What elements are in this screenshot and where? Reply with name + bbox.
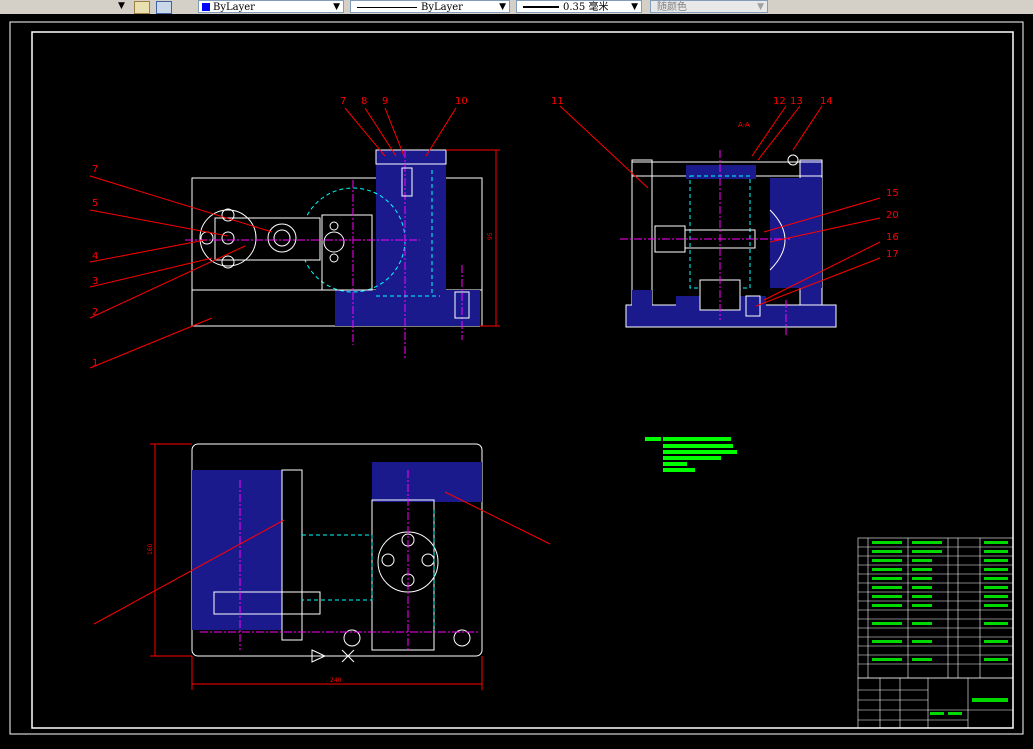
- linetype-combo-value: ByLayer: [421, 2, 463, 13]
- balloon-8: 8: [361, 96, 367, 107]
- sheet-outer-border: [9, 21, 1024, 735]
- balloon-3: 3: [92, 276, 98, 287]
- dim-front-height: 95: [487, 232, 494, 240]
- balloon-10: 10: [455, 96, 468, 107]
- color-control-combo[interactable]: ByLayer ▼: [198, 0, 344, 13]
- chevron-down-icon[interactable]: ▼: [631, 1, 638, 14]
- sheet-inner-border: [31, 31, 1014, 729]
- balloon-5: 5: [92, 198, 98, 209]
- drawing-canvas[interactable]: 95 7 5 4 3 2 1 7 8 9 10 A-A 11 12 13 14 …: [0, 14, 1033, 745]
- balloon-17: 17: [886, 249, 899, 260]
- front-view: 95: [185, 149, 500, 360]
- balloon-9: 9: [382, 96, 388, 107]
- balloon-15: 15: [886, 188, 899, 199]
- lineweight-preview: [523, 6, 559, 8]
- dim-plan-height: 160: [147, 543, 154, 555]
- properties-toolbar: ▼ ByLayer ▼ ByLayer ▼ 0.35 毫米 ▼ 随颜色 ▼: [0, 0, 1033, 15]
- title-block-text: [930, 698, 1008, 715]
- lineweight-combo-value: 0.35 毫米: [563, 2, 609, 13]
- balloon-12: 12: [773, 96, 786, 107]
- linetype-preview: [357, 7, 417, 8]
- balloon-20: 20: [886, 210, 899, 221]
- balloon-13: 13: [790, 96, 803, 107]
- plotstyle-combo-value: 随颜色: [657, 2, 687, 13]
- balloon-7: 7: [340, 96, 346, 107]
- chevron-down-icon: ▼: [757, 2, 764, 12]
- chevron-down-icon[interactable]: ▼: [333, 1, 340, 14]
- section-view-a-a: A-A: [620, 121, 837, 335]
- balloon-4: 4: [92, 251, 98, 262]
- layer-stack-icon[interactable]: [134, 1, 150, 14]
- color-combo-value: ByLayer: [213, 2, 255, 13]
- plotstyle-control-combo: 随颜色 ▼: [650, 0, 768, 13]
- plan-view: 160 240: [93, 443, 551, 690]
- balloon-1: 1: [92, 358, 98, 369]
- balloon-14: 14: [820, 96, 833, 107]
- title-block: [857, 677, 1014, 729]
- balloon-6: 7: [92, 164, 98, 175]
- chevron-down-icon[interactable]: ▼: [499, 1, 506, 14]
- technical-notes: [645, 437, 737, 472]
- color-swatch: [202, 3, 210, 11]
- section-label: A-A: [738, 121, 750, 129]
- layer-previous-icon[interactable]: [156, 1, 172, 14]
- dim-plan-width: 240: [330, 677, 342, 684]
- lineweight-control-combo[interactable]: 0.35 毫米 ▼: [516, 0, 642, 13]
- dropdown-arrow-icon[interactable]: ▼: [118, 0, 125, 13]
- cad-drawing: 95 7 5 4 3 2 1 7 8 9 10 A-A 11 12 13 14 …: [9, 21, 1024, 735]
- linetype-control-combo[interactable]: ByLayer ▼: [350, 0, 510, 13]
- balloon-2: 2: [92, 307, 98, 318]
- balloon-11: 11: [551, 96, 564, 107]
- balloon-16: 16: [886, 232, 899, 243]
